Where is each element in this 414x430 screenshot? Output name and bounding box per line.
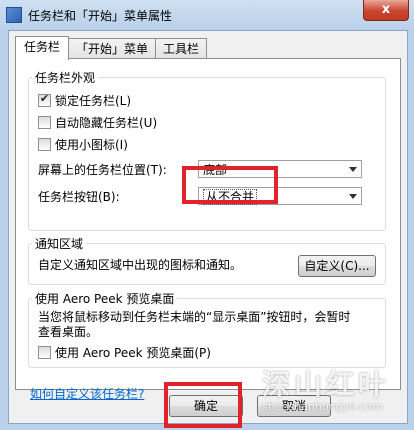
taskbar-location-value: 底部 bbox=[203, 163, 228, 177]
taskbar-buttons-select[interactable]: 从不合并 bbox=[198, 187, 362, 205]
lock-taskbar-checkbox[interactable]: ✔ 锁定任务栏(L) bbox=[38, 92, 132, 109]
close-button[interactable]: x bbox=[363, 0, 409, 21]
chevron-down-icon bbox=[349, 167, 357, 172]
notification-group-label: 通知区域 bbox=[32, 235, 87, 252]
autohide-label: 自动隐藏任务栏(U) bbox=[55, 116, 158, 130]
dialog-body: 任务栏 「开始」菜单 工具栏 任务栏外观 ✔ 锁定任务栏(L) 自动隐藏任务栏(U… bbox=[8, 30, 408, 424]
taskbar-buttons-label: 任务栏按钮(B): bbox=[38, 190, 120, 204]
watermark: 深山红叶 shenshanhongye.com bbox=[262, 370, 412, 426]
aero-peek-desc-line1: 当您将鼠标移动到任务栏末端的“显示桌面”按钮时，会暂时 bbox=[38, 310, 351, 324]
notification-text: 自定义通知区域中出现的图标和通知。 bbox=[38, 258, 243, 272]
tab-panel-taskbar: 任务栏外观 ✔ 锁定任务栏(L) 自动隐藏任务栏(U) 使用小图标(I) 屏幕上的… bbox=[15, 58, 401, 401]
window-title: 任务栏和「开始」菜单属性 bbox=[28, 9, 173, 23]
title-bar: 任务栏和「开始」菜单属性 x bbox=[0, 0, 414, 30]
taskbar-properties-icon bbox=[6, 7, 22, 23]
taskbar-buttons-value: 从不合并 bbox=[203, 189, 258, 205]
appearance-group-label: 任务栏外观 bbox=[32, 69, 99, 86]
aero-peek-checkbox-box[interactable] bbox=[38, 346, 51, 359]
taskbar-location-select[interactable]: 底部 bbox=[198, 160, 362, 178]
tab-taskbar[interactable]: 任务栏 bbox=[15, 36, 69, 60]
autohide-checkbox-box[interactable] bbox=[38, 116, 51, 129]
autohide-checkbox[interactable]: 自动隐藏任务栏(U) bbox=[38, 115, 157, 131]
aero-peek-label: 使用 Aero Peek 预览桌面(P) bbox=[55, 346, 211, 360]
watermark-url: shenshanhongye.com bbox=[262, 400, 383, 413]
taskbar-location-label: 屏幕上的任务栏位置(T): bbox=[38, 163, 167, 177]
lock-taskbar-checkbox-box[interactable]: ✔ bbox=[38, 92, 51, 107]
tab-start-menu[interactable]: 「开始」菜单 bbox=[68, 38, 156, 59]
customize-button[interactable]: 自定义(C)... bbox=[298, 255, 376, 277]
small-icons-label: 使用小图标(I) bbox=[55, 138, 128, 152]
small-icons-checkbox-box[interactable] bbox=[38, 138, 51, 151]
tab-toolbars[interactable]: 工具栏 bbox=[155, 38, 207, 59]
ok-button[interactable]: 确定 bbox=[169, 395, 243, 417]
aero-peek-checkbox[interactable]: 使用 Aero Peek 预览桌面(P) bbox=[38, 345, 211, 361]
lock-taskbar-label: 锁定任务栏(L) bbox=[55, 94, 132, 108]
watermark-main: 深山红叶 bbox=[262, 368, 391, 401]
checkmark-icon: ✔ bbox=[39, 92, 50, 105]
aero-peek-desc-line2: 查看桌面。 bbox=[38, 325, 99, 339]
help-link[interactable]: 如何自定义该任务栏? bbox=[30, 385, 144, 402]
small-icons-checkbox[interactable]: 使用小图标(I) bbox=[38, 137, 128, 153]
aero-peek-group-label: 使用 Aero Peek 预览桌面 bbox=[32, 290, 178, 307]
chevron-down-icon bbox=[349, 194, 357, 199]
